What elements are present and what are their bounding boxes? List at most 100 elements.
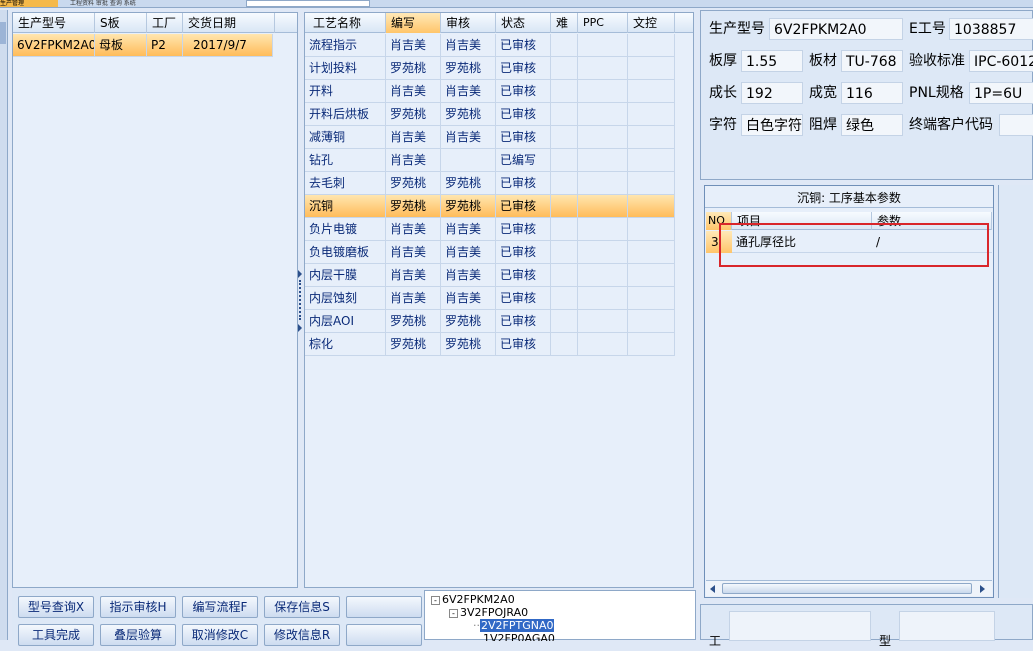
stackup-check-button[interactable]: 叠层验算 (100, 624, 176, 646)
material-label: 板材 (809, 53, 837, 69)
process-reviewer-cell: 肖吉美 (441, 80, 496, 102)
left-edge-strip (0, 10, 8, 640)
blank-button-1[interactable] (346, 596, 422, 618)
mask-label: 阻焊 (809, 117, 837, 133)
process-status-cell: 已审核 (496, 264, 551, 286)
process-row[interactable]: 流程指示 肖吉美 肖吉美 已审核 (305, 34, 675, 57)
process-writer-cell: 肖吉美 (386, 149, 441, 171)
process-table-panel: 工艺名称 编写 审核 状态 难 PPC 文控 流程指示 肖吉美 肖吉美 已审核 计划投料… (304, 12, 694, 588)
customer-field[interactable] (999, 114, 1033, 136)
col-ppc[interactable]: PPC (578, 13, 628, 33)
process-reviewer-cell: 罗苑桃 (441, 195, 496, 217)
model-query-button[interactable]: 型号查询X (18, 596, 94, 618)
col-process-name[interactable]: 工艺名称 (305, 13, 386, 33)
col-model[interactable]: 生产型号 (13, 13, 95, 33)
tree-child-node[interactable]: -3V2FPOJRA0 (449, 606, 528, 619)
factory-cell: P2 (147, 34, 183, 56)
col-date[interactable]: 交货日期 (183, 13, 275, 33)
process-row[interactable]: 沉铜 罗苑桃 罗苑桃 已审核 (305, 195, 675, 218)
menu-items[interactable]: 工程资料 审批 查询 系统 (70, 0, 230, 7)
standard-field[interactable]: IPC-6012 (969, 50, 1033, 72)
col-writer[interactable]: 编写 (386, 13, 441, 33)
process-empty-cell (551, 287, 578, 309)
process-empty-cell (578, 310, 628, 332)
process-empty-cell (578, 34, 628, 56)
process-row[interactable]: 钻孔 肖吉美 已编写 (305, 149, 675, 172)
process-empty-cell (551, 57, 578, 79)
process-row[interactable]: 减薄铜 肖吉美 肖吉美 已审核 (305, 126, 675, 149)
col-status[interactable]: 状态 (496, 13, 551, 33)
tree-line-icon: ·· (473, 619, 480, 632)
process-row[interactable]: 内层蚀刻 肖吉美 肖吉美 已审核 (305, 287, 675, 310)
tool-complete-button[interactable]: 工具完成 (18, 624, 94, 646)
bottom-field-right[interactable] (899, 611, 995, 641)
blank-button-2[interactable] (346, 624, 422, 646)
thickness-field[interactable]: 1.55 (741, 50, 803, 72)
bottom-field-left[interactable] (729, 611, 871, 641)
panel-splitter[interactable] (298, 270, 302, 332)
customer-label: 终端客户代码 (909, 117, 993, 133)
tree-collapse-icon[interactable]: - (431, 596, 440, 605)
scroll-right-icon[interactable] (980, 585, 985, 593)
process-reviewer-cell: 肖吉美 (441, 218, 496, 240)
process-row[interactable]: 负片电镀 肖吉美 肖吉美 已审核 (305, 218, 675, 241)
cancel-edit-button[interactable]: 取消修改C (182, 624, 258, 646)
material-field[interactable]: TU-768 (841, 50, 903, 72)
process-row[interactable]: 内层AOI 罗苑桃 罗苑桃 已审核 (305, 310, 675, 333)
left-edge-tab[interactable] (0, 22, 6, 44)
process-row[interactable]: 计划投料 罗苑桃 罗苑桃 已审核 (305, 57, 675, 80)
col-board[interactable]: S板 (95, 13, 147, 33)
process-name-cell: 开料后烘板 (305, 103, 386, 125)
model-row[interactable]: 6V2FPKM2A0 母板 P2 2017/9/7 (13, 34, 273, 57)
col-reviewer[interactable]: 审核 (441, 13, 496, 33)
process-empty-cell (551, 172, 578, 194)
process-status-cell: 已审核 (496, 126, 551, 148)
mask-field[interactable]: 绿色 (841, 114, 903, 136)
process-reviewer-cell: 罗苑桃 (441, 172, 496, 194)
active-menu-tab[interactable]: 生产管理 (0, 0, 58, 7)
toolbar-search-input[interactable] (246, 0, 370, 7)
tree-collapse-icon-2[interactable]: - (449, 609, 458, 618)
process-row[interactable]: 内层干膜 肖吉美 肖吉美 已审核 (305, 264, 675, 287)
process-status-cell: 已审核 (496, 195, 551, 217)
process-reviewer-cell: 罗苑桃 (441, 333, 496, 355)
process-name-cell: 负片电镀 (305, 218, 386, 240)
bottom-right-panel: 工 型 (700, 604, 1033, 648)
edit-info-button[interactable]: 修改信息R (264, 624, 340, 646)
model-field[interactable]: 6V2FPKM2A0 (769, 18, 903, 40)
tree-leaf-selected[interactable]: ··2V2FPTGNA0 (473, 619, 555, 632)
col-difficulty[interactable]: 难 (551, 13, 578, 33)
process-row[interactable]: 负电镀磨板 肖吉美 肖吉美 已审核 (305, 241, 675, 264)
process-name-cell: 内层AOI (305, 310, 386, 332)
process-name-cell: 计划投料 (305, 57, 386, 79)
process-status-cell: 已审核 (496, 218, 551, 240)
scroll-thumb[interactable] (722, 583, 972, 594)
char-field[interactable]: 白色字符 (741, 114, 803, 136)
process-empty-cell (578, 172, 628, 194)
highlight-box (719, 223, 989, 267)
process-writer-cell: 肖吉美 (386, 241, 441, 263)
pnl-field[interactable]: 1P=6U (969, 82, 1033, 104)
bottom-label-right: 型 (879, 634, 892, 648)
process-empty-cell (551, 149, 578, 171)
process-row[interactable]: 棕化 罗苑桃 罗苑桃 已审核 (305, 333, 675, 356)
width-field[interactable]: 116 (841, 82, 903, 104)
length-field[interactable]: 192 (741, 82, 803, 104)
instruction-review-button[interactable]: 指示审核H (100, 596, 176, 618)
process-writer-cell: 肖吉美 (386, 34, 441, 56)
col-factory[interactable]: 工厂 (147, 13, 183, 33)
process-status-cell: 已审核 (496, 103, 551, 125)
save-info-button[interactable]: 保存信息S (264, 596, 340, 618)
process-row[interactable]: 开料后烘板 罗苑桃 罗苑桃 已审核 (305, 103, 675, 126)
process-row[interactable]: 开料 肖吉美 肖吉美 已审核 (305, 80, 675, 103)
col-doc-control[interactable]: 文控 (628, 13, 675, 33)
params-scrollbar[interactable] (706, 580, 992, 596)
process-writer-cell: 肖吉美 (386, 126, 441, 148)
process-empty-cell (578, 241, 628, 263)
process-reviewer-cell: 肖吉美 (441, 241, 496, 263)
eno-field[interactable]: 1038857 (949, 18, 1033, 40)
scroll-left-icon[interactable] (710, 585, 715, 593)
write-flow-button[interactable]: 编写流程F (182, 596, 258, 618)
tree-root-node[interactable]: -6V2FPKM2A0 (431, 593, 515, 606)
process-row[interactable]: 去毛刺 罗苑桃 罗苑桃 已审核 (305, 172, 675, 195)
